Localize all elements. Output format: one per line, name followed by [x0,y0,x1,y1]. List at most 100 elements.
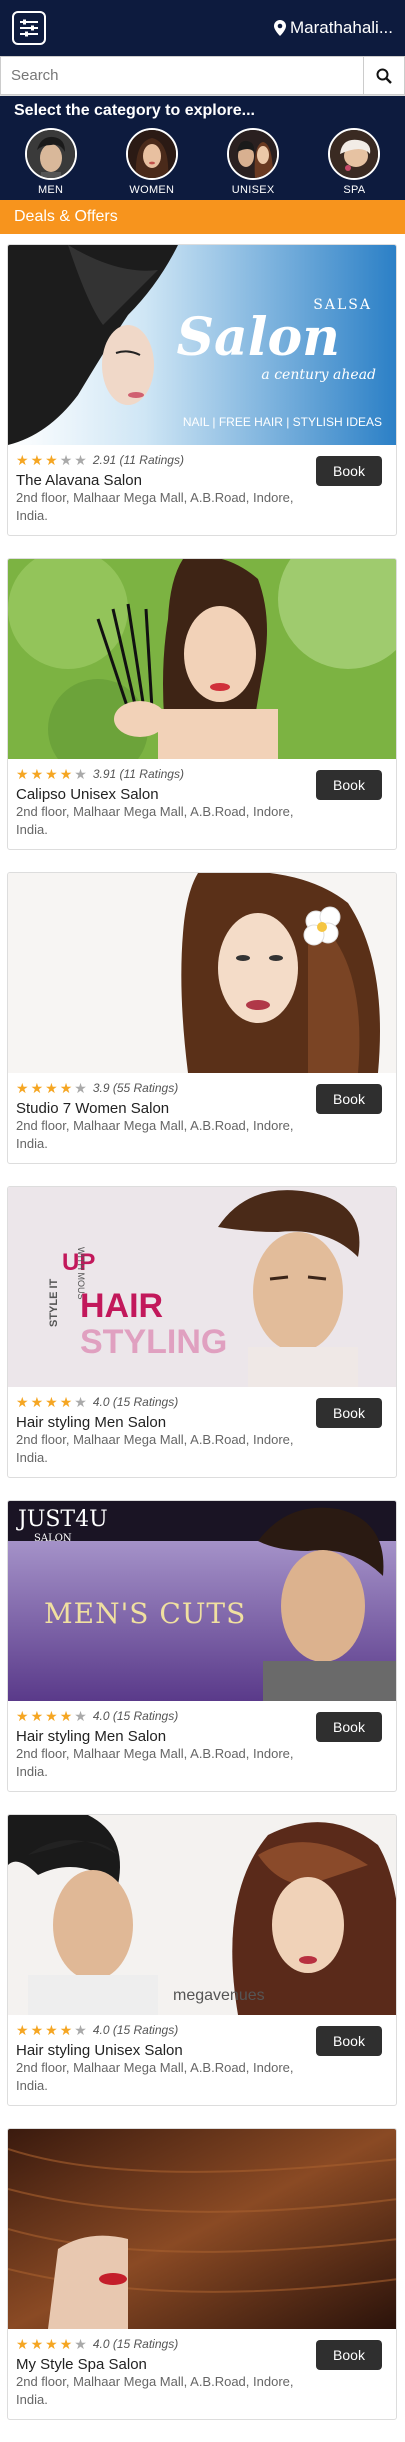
banner-hair-text: HAIR [80,1287,164,1325]
rating-text: 4.0 (15 Ratings) [92,1709,179,1723]
star-icon: ★ [45,1708,58,1724]
salon-card[interactable]: JUST4U SALON MEN'S CUTS ★ ★ ★ ★ ★ 4.0 (1… [7,1500,397,1792]
salon-banner-image [8,559,396,759]
star-icon: ★ [45,1080,58,1096]
book-button[interactable]: Book [316,770,382,800]
star-icon: ★ [16,2022,29,2038]
book-button[interactable]: Book [316,2026,382,2056]
salon-card[interactable]: SALSA Salon a century ahead NAIL | FREE … [7,244,397,536]
category-men[interactable]: MEN [11,128,91,196]
rating-text: 3.91 (11 Ratings) [92,767,184,781]
salon-banner-image: JUST4U SALON MEN'S CUTS [8,1501,396,1701]
book-button[interactable]: Book [316,2340,382,2370]
salon-banner-image [8,873,396,1073]
salon-address: 2nd floor, Malhaar Mega Mall, A.B.Road, … [16,1432,294,1465]
star-icon: ★ [59,766,73,782]
salon-card[interactable]: megavenues ★ ★ ★ ★ ★ 4.0 (15 Ratings) Ha… [7,1814,397,2106]
salon-card[interactable]: ★ ★ ★ ★ ★ 3.9 (55 Ratings) Studio 7 Wome… [7,872,397,1164]
salon-card[interactable]: STYLE IT UP WITH MOUS HAIR STYLING ★ ★ ★… [7,1186,397,1478]
star-icon: ★ [16,1080,29,1096]
book-button[interactable]: Book [316,1084,382,1114]
category-label: UNISEX [231,184,275,196]
salon-banner-image: SALSA Salon a century ahead NAIL | FREE … [8,245,396,445]
book-button[interactable]: Book [316,456,382,486]
salon-address: 2nd floor, Malhaar Mega Mall, A.B.Road, … [16,2374,294,2407]
star-icon: ★ [30,1394,44,1410]
banner-title: MEN'S CUTS [44,1597,247,1630]
banner-sub: SALON [34,1533,72,1544]
rating-text: 4.0 (15 Ratings) [92,2337,179,2351]
banner-title: Salon [176,307,341,368]
star-empty-icon: ★ [74,2022,87,2038]
rating-text: 4.0 (15 Ratings) [92,2023,179,2037]
salon-address: 2nd floor, Malhaar Mega Mall, A.B.Road, … [16,1746,294,1779]
star-icon: ★ [16,2336,29,2352]
book-button[interactable]: Book [316,1712,382,1742]
category-unisex[interactable]: UNISEX [213,128,293,196]
book-button[interactable]: Book [316,1398,382,1428]
salon-address: 2nd floor, Malhaar Mega Mall, A.B.Road, … [16,490,294,523]
star-icon: ★ [30,452,44,468]
category-section: Select the category to explore... MEN WO… [0,96,405,200]
banner-footer: NAIL | FREE HAIR | STYLISH IDEAS [182,415,382,429]
salon-banner-image [8,2129,396,2329]
star-empty-icon: ★ [74,452,87,468]
women-avatar [125,128,178,180]
search-icon [376,68,392,84]
location-selector[interactable]: Marathahali... [274,18,393,38]
rating-text: 2.91 (11 Ratings) [92,453,184,467]
star-empty-icon: ★ [74,1080,87,1096]
banner-brand: JUST4U [18,1507,108,1532]
rating-text: 3.9 (55 Ratings) [92,1081,179,1095]
deals-header: Deals & Offers [0,200,405,234]
salon-card[interactable]: ★ ★ ★ ★ ★ 3.91 (11 Ratings) Calipso Unis… [7,558,397,850]
men-avatar [24,128,77,180]
star-empty-icon: ★ [74,766,87,782]
spa-avatar [328,128,381,180]
banner-tagline: a century ahead [261,367,376,383]
star-icon: ★ [45,2022,58,2038]
star-icon: ★ [30,1080,44,1096]
category-label: MEN [37,184,64,196]
star-icon: ★ [30,2336,44,2352]
banner-side-text: STYLE IT [48,1278,60,1327]
star-icon: ★ [30,2022,44,2038]
salon-address: 2nd floor, Malhaar Mega Mall, A.B.Road, … [16,1118,294,1151]
star-icon: ★ [30,1708,44,1724]
deals-title: Deals & Offers [14,208,118,225]
star-icon: ★ [45,452,58,468]
salon-card[interactable]: ★ ★ ★ ★ ★ 4.0 (15 Ratings) My Style Spa … [7,2128,397,2420]
star-empty-icon: ★ [59,452,73,468]
salon-list: SALSA Salon a century ahead NAIL | FREE … [0,234,405,2420]
search-input[interactable] [0,56,363,95]
menu-button[interactable] [12,11,46,45]
salon-address: 2nd floor, Malhaar Mega Mall, A.B.Road, … [16,2060,294,2093]
sliders-icon [20,19,38,37]
star-icon: ★ [45,2336,58,2352]
star-icon: ★ [59,1394,73,1410]
search-button[interactable] [363,56,405,95]
star-icon: ★ [16,1394,29,1410]
salon-banner-image: megavenues [8,1815,396,2015]
star-icon: ★ [45,766,58,782]
banner-styling-text: STYLING [80,1323,228,1361]
category-women[interactable]: WOMEN [112,128,192,196]
category-label: WOMEN [129,184,175,196]
star-empty-icon: ★ [74,2336,87,2352]
salon-address: 2nd floor, Malhaar Mega Mall, A.B.Road, … [16,804,294,837]
map-pin-icon [274,20,286,36]
star-icon: ★ [30,766,44,782]
star-icon: ★ [59,1080,73,1096]
star-empty-icon: ★ [74,1394,87,1410]
star-icon: ★ [59,2022,73,2038]
unisex-avatar [227,128,280,180]
top-bar: Marathahali... [0,0,405,56]
star-icon: ★ [16,452,29,468]
banner-watermark: megavenues [173,1987,265,2004]
category-spa[interactable]: SPA [314,128,394,196]
category-label: SPA [343,184,366,196]
star-icon: ★ [16,1708,29,1724]
category-title: Select the category to explore... [14,102,255,119]
star-icon: ★ [59,1708,73,1724]
location-label: Marathahali... [290,18,393,37]
